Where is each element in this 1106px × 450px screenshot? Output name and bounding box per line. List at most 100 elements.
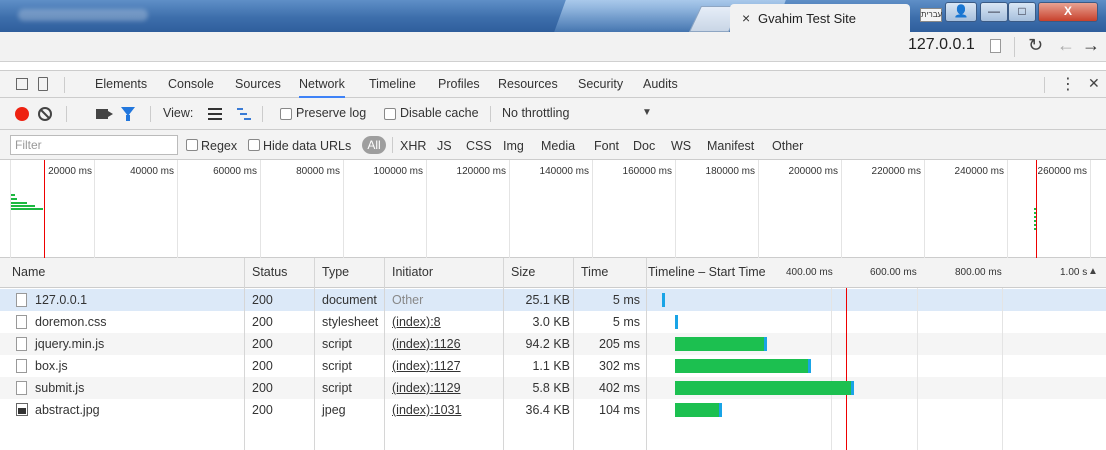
filter-all-button[interactable]: All xyxy=(362,136,386,154)
column-type[interactable]: Type xyxy=(318,258,349,288)
chevron-down-icon[interactable]: ▼ xyxy=(642,107,652,118)
tab-resources[interactable]: Resources xyxy=(498,71,558,98)
clear-icon[interactable] xyxy=(38,107,52,121)
tab-title: Gvahim Test Site xyxy=(758,11,857,26)
sort-ascending-icon[interactable]: ▲ xyxy=(1088,266,1098,277)
column-divider[interactable] xyxy=(573,258,574,450)
table-row[interactable]: box.js 200 script (index):1127 1.1 KB 30… xyxy=(0,355,1106,377)
filter-other[interactable]: Other xyxy=(772,139,803,153)
waterfall-gridline xyxy=(1002,288,1003,450)
tab-audits[interactable]: Audits xyxy=(643,71,678,98)
hide-data-urls-checkbox[interactable] xyxy=(248,139,260,151)
tab-security[interactable]: Security xyxy=(578,71,623,98)
close-devtools-icon[interactable]: ✕ xyxy=(1088,75,1100,92)
filter-manifest[interactable]: Manifest xyxy=(707,139,754,153)
column-divider[interactable] xyxy=(384,258,385,450)
tab-close-icon[interactable]: × xyxy=(742,10,750,26)
reload-icon[interactable]: ↻ xyxy=(1028,35,1043,56)
filter-js[interactable]: JS xyxy=(437,139,452,153)
column-time[interactable]: Time xyxy=(577,258,608,288)
column-divider[interactable] xyxy=(503,258,504,450)
tab-profiles[interactable]: Profiles xyxy=(438,71,480,98)
column-size[interactable]: Size xyxy=(507,258,535,288)
column-name[interactable]: Name xyxy=(8,258,45,288)
page-info-icon[interactable] xyxy=(990,39,1001,53)
tab-sources[interactable]: Sources xyxy=(235,71,281,98)
regex-label: Regex xyxy=(201,139,238,153)
request-initiator-link[interactable]: (index):8 xyxy=(392,311,441,333)
table-row[interactable]: 127.0.0.1 200 document Other 25.1 KB 5 m… xyxy=(0,289,1106,311)
waterfall-download-segment xyxy=(808,359,811,373)
waterfall-bar[interactable] xyxy=(675,337,764,351)
column-timeline[interactable]: Timeline – Start Time xyxy=(644,258,766,288)
request-initiator-link[interactable]: (index):1126 xyxy=(392,333,461,355)
filter-xhr[interactable]: XHR xyxy=(400,139,426,153)
request-initiator-link[interactable]: (index):1129 xyxy=(392,377,461,399)
table-row[interactable]: submit.js 200 script (index):1129 5.8 KB… xyxy=(0,377,1106,399)
network-toolbar: View: Preserve log Disable cache No thro… xyxy=(0,98,1106,130)
back-icon[interactable]: ← xyxy=(1057,35,1075,56)
blurred-title-text xyxy=(18,9,148,21)
waterfall-bar[interactable] xyxy=(675,359,808,373)
throttling-select[interactable]: No throttling xyxy=(502,106,569,120)
device-mode-icon[interactable] xyxy=(38,77,48,91)
regex-checkbox[interactable] xyxy=(186,139,198,151)
column-divider[interactable] xyxy=(646,258,647,450)
filter-input[interactable] xyxy=(10,135,178,155)
filter-font[interactable]: Font xyxy=(594,139,619,153)
url-text[interactable]: 127.0.0.1 xyxy=(908,36,975,54)
filter-ws[interactable]: WS xyxy=(671,139,691,153)
column-divider[interactable] xyxy=(244,258,245,450)
filter-icon[interactable] xyxy=(121,107,135,121)
filter-css[interactable]: CSS xyxy=(466,139,492,153)
table-row[interactable]: abstract.jpg 200 jpeg (index):1031 36.4 … xyxy=(0,399,1106,421)
request-time: 5 ms xyxy=(612,315,640,329)
request-status: 200 xyxy=(252,337,273,351)
inspect-element-icon[interactable] xyxy=(16,78,28,90)
request-initiator-link[interactable]: (index):1031 xyxy=(392,399,462,421)
capture-screenshots-icon[interactable] xyxy=(96,109,113,119)
minimize-button[interactable]: — xyxy=(980,2,1008,22)
filter-doc[interactable]: Doc xyxy=(633,139,655,153)
load-event-marker xyxy=(44,160,45,258)
tab-elements[interactable]: Elements xyxy=(95,71,147,98)
disable-cache-checkbox[interactable] xyxy=(384,108,396,120)
waterfall-bar[interactable] xyxy=(675,403,719,417)
filter-img[interactable]: Img xyxy=(503,139,524,153)
filter-media[interactable]: Media xyxy=(541,139,575,153)
request-size: 1.1 KB xyxy=(532,359,570,373)
language-indicator[interactable]: עברית xyxy=(920,8,942,22)
more-options-icon[interactable]: ⋮ xyxy=(1060,74,1076,94)
request-type: jpeg xyxy=(322,403,346,417)
request-status: 200 xyxy=(252,315,273,329)
column-status[interactable]: Status xyxy=(248,258,287,288)
window-title-bar: × Gvahim Test Site עברית 👤 — □ X xyxy=(0,0,1106,32)
maximize-button[interactable]: □ xyxy=(1008,2,1036,22)
waterfall-gridline xyxy=(831,288,832,450)
overview-icon[interactable] xyxy=(237,108,251,120)
address-bar: 127.0.0.1 ↻ ← → xyxy=(0,32,1106,62)
preserve-log-checkbox[interactable] xyxy=(280,108,292,120)
large-rows-icon[interactable] xyxy=(208,108,222,120)
table-row[interactable]: jquery.min.js 200 script (index):1126 94… xyxy=(0,333,1106,355)
waterfall-bar[interactable] xyxy=(675,381,851,395)
record-icon[interactable] xyxy=(15,107,29,121)
tab-timeline[interactable]: Timeline xyxy=(369,71,416,98)
request-size: 94.2 KB xyxy=(525,337,570,351)
waterfall-download-segment xyxy=(662,293,665,307)
tab-console[interactable]: Console xyxy=(168,71,214,98)
overview-tick-label: 140000 ms xyxy=(539,166,589,177)
waterfall-download-segment xyxy=(719,403,722,417)
forward-icon[interactable]: → xyxy=(1082,35,1100,56)
column-initiator[interactable]: Initiator xyxy=(388,258,433,288)
devtools-tab-bar: Elements Console Sources Network Timelin… xyxy=(0,70,1106,98)
request-initiator-link[interactable]: (index):1127 xyxy=(392,355,461,377)
close-window-button[interactable]: X xyxy=(1038,2,1098,22)
request-time: 104 ms xyxy=(599,403,640,417)
user-profile-button[interactable]: 👤 xyxy=(945,2,977,22)
table-row[interactable]: doremon.css 200 stylesheet (index):8 3.0… xyxy=(0,311,1106,333)
network-overview[interactable]: 20000 ms 40000 ms 60000 ms 80000 ms 1000… xyxy=(0,160,1106,258)
column-divider[interactable] xyxy=(314,258,315,450)
tab-network[interactable]: Network xyxy=(299,71,345,98)
browser-tab[interactable]: × Gvahim Test Site xyxy=(730,4,910,32)
